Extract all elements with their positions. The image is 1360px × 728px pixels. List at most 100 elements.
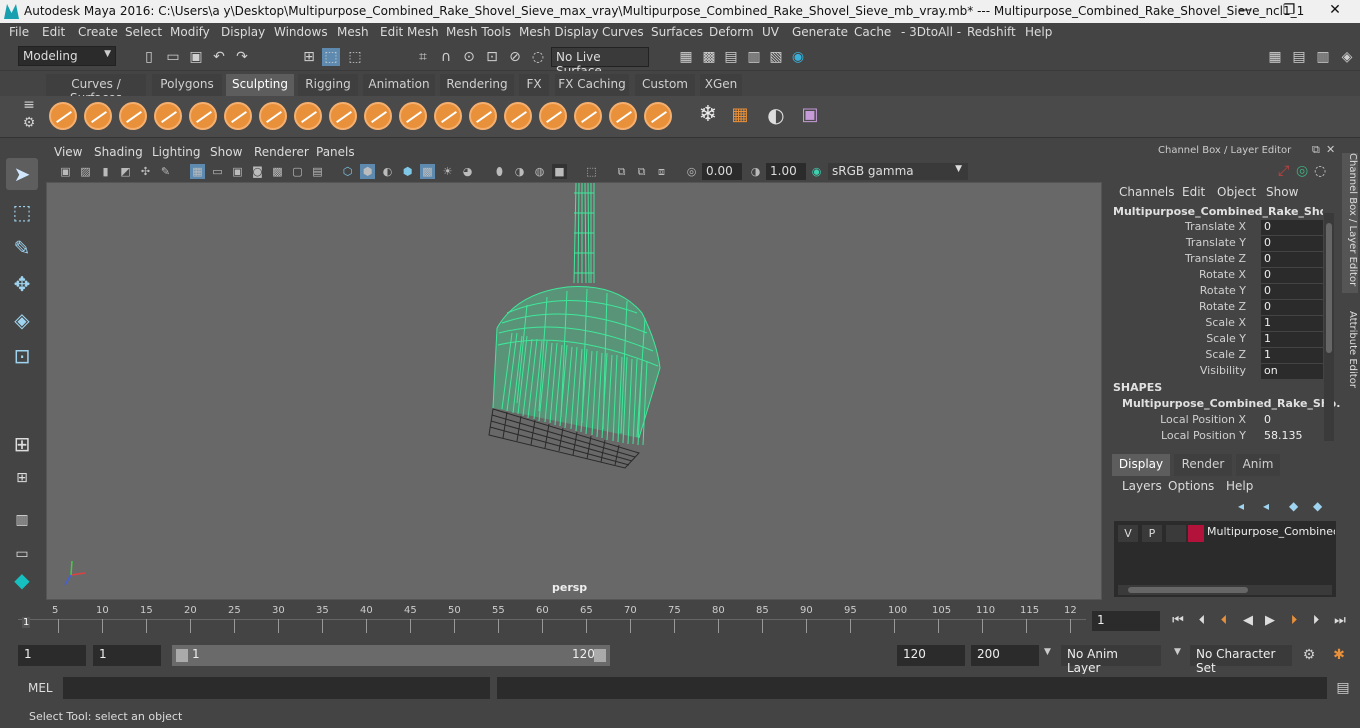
channel-value[interactable]: 58.135 (1261, 429, 1323, 444)
shelf-tab-xgen[interactable]: XGen (700, 74, 742, 96)
current-frame-field[interactable]: 1 (1092, 611, 1160, 631)
material-icon[interactable]: ◐ (763, 105, 789, 132)
perspective-viewport[interactable]: persp (46, 182, 1102, 600)
select-hierarchy-icon[interactable]: ⊞ (300, 48, 318, 66)
gamma-icon[interactable]: ◑ (748, 164, 763, 179)
play-forwards-icon[interactable]: ▶ (1260, 611, 1280, 631)
auto-key-icon[interactable]: ⚙ (1300, 646, 1318, 664)
mask-icon[interactable]: ▣ (797, 106, 823, 132)
start-time-field[interactable]: 1 (18, 645, 86, 666)
range-slider-start-handle[interactable] (176, 649, 188, 662)
safe-action-icon[interactable]: ▢ (290, 164, 305, 179)
foamy-tool-icon[interactable] (259, 102, 287, 130)
cb-menu-edit[interactable]: Edit (1182, 185, 1205, 199)
imprint-tool-icon[interactable] (364, 102, 392, 130)
layer-visibility-toggle[interactable]: V (1118, 525, 1138, 542)
maximize-button[interactable]: ❐ (1274, 2, 1304, 18)
channel-value[interactable]: 0 (1261, 413, 1323, 428)
live-surface-field[interactable]: No Live Surface (551, 47, 649, 78)
close-panel-icon[interactable]: ✕ (1326, 143, 1335, 156)
shelf-tab-custom[interactable]: Custom (635, 74, 695, 96)
sculpt-tool-icon[interactable] (49, 102, 77, 130)
layer-settings-icon[interactable]: ◌ (1314, 163, 1326, 179)
lasso-tool-icon[interactable]: ⬚ (6, 196, 38, 228)
channel-value[interactable]: 0 (1261, 268, 1323, 283)
select-component-icon[interactable]: ⬚ (346, 48, 364, 66)
channel-value[interactable]: 0 (1261, 220, 1323, 235)
uv-editor-icon[interactable]: ▦ (727, 106, 753, 132)
channel-value[interactable]: 0 (1261, 252, 1323, 267)
frame-camera-icon[interactable]: ⧈ (654, 164, 669, 179)
frame-all-icon[interactable]: ⧉ (614, 164, 629, 179)
maya-home-icon[interactable]: ◆ (6, 564, 38, 596)
chevron-down-icon[interactable]: ▼ (1174, 647, 1181, 657)
open-scene-icon[interactable]: ▭ (164, 48, 182, 66)
new-layer-selected-icon[interactable]: ◆ (1313, 499, 1322, 513)
channel-value[interactable]: 1 (1261, 348, 1323, 363)
channel-value[interactable]: 0 (1261, 300, 1323, 315)
shelf-menu-icon[interactable]: ≡ (20, 96, 38, 114)
smooth-shade-icon[interactable]: ⬢ (360, 164, 375, 179)
menu-cache[interactable]: Cache (854, 25, 891, 39)
cb-menu-show[interactable]: Show (1266, 185, 1298, 199)
move-layer-down-icon[interactable]: ◂ (1263, 499, 1269, 513)
textured-icon[interactable]: ⬢ (400, 164, 415, 179)
shelf-tab-polygons[interactable]: Polygons (152, 74, 222, 96)
layer-tab-display[interactable]: Display (1112, 454, 1170, 476)
snap-surface-icon[interactable]: ⊘ (506, 48, 524, 66)
shelf-tab-curves-surfaces[interactable]: Curves / Surfaces (46, 74, 146, 105)
scrollbar-thumb[interactable] (1128, 587, 1248, 593)
gamma-field[interactable]: 1.00 (766, 163, 806, 180)
layer-tab-render[interactable]: Render (1174, 454, 1232, 476)
layer-color-swatch[interactable] (1188, 525, 1204, 542)
menu-edit[interactable]: Edit (42, 25, 65, 39)
layer-display-type-toggle[interactable] (1166, 525, 1186, 542)
axis-toggle-icon[interactable]: ⤢ (1278, 163, 1289, 179)
xray-active-icon[interactable]: ■ (552, 164, 567, 179)
vp-menu-show[interactable]: Show (210, 145, 242, 159)
use-lights-icon[interactable]: ▩ (420, 164, 435, 179)
wireframe-on-shaded-icon[interactable]: ◐ (380, 164, 395, 179)
render-frame-icon[interactable]: ▩ (700, 48, 718, 66)
grab-tool-icon[interactable] (154, 102, 182, 130)
new-scene-icon[interactable]: ▯ (140, 48, 158, 66)
select-camera-icon[interactable]: ⬚ (584, 164, 599, 179)
float-panel-icon[interactable]: ⧉ (1312, 143, 1320, 157)
snowflake-icon[interactable]: ❄ (695, 104, 721, 132)
step-back-frame-icon[interactable]: ⏴ (1192, 611, 1212, 631)
menu-deform[interactable]: Deform (709, 25, 754, 39)
shelf-tab-rigging[interactable]: Rigging (298, 74, 358, 96)
script-editor-icon[interactable]: ▤ (1334, 679, 1352, 697)
anim-layer-dropdown[interactable]: No Anim Layer (1061, 645, 1161, 675)
snap-grid-icon[interactable]: ⌗ (414, 48, 432, 66)
bulge-tool-icon[interactable] (574, 102, 602, 130)
menu-create[interactable]: Create (78, 25, 118, 39)
snap-point-icon[interactable]: ⊙ (460, 48, 478, 66)
vp-menu-view[interactable]: View (54, 145, 82, 159)
menu-mesh-tools[interactable]: Mesh Tools (446, 25, 511, 39)
spray-tool-icon[interactable] (294, 102, 322, 130)
camera-attr-icon[interactable]: ▨ (78, 164, 93, 179)
grid-toggle-icon[interactable]: ▦ (190, 164, 205, 179)
step-forward-key-icon[interactable]: ⏵ (1284, 611, 1304, 631)
shelf-tab-fx-caching[interactable]: FX Caching (555, 74, 629, 96)
two-pane-layout-icon[interactable]: ▥ (6, 504, 38, 536)
select-object-icon[interactable]: ⬚ (322, 48, 340, 66)
menu-modify[interactable]: Modify (170, 25, 210, 39)
layer-menu-layers[interactable]: Layers (1122, 479, 1162, 493)
side-tab-attribute-editor[interactable]: Attribute Editor (1342, 311, 1358, 401)
isolate-select-icon[interactable]: ⬮ (492, 164, 507, 179)
channel-value[interactable]: 1 (1261, 316, 1323, 331)
step-back-key-icon[interactable]: ⏴ (1214, 611, 1234, 631)
side-tab-channel-box[interactable]: Channel Box / Layer Editor (1342, 153, 1358, 293)
live-surface-icon[interactable]: ◌ (529, 48, 547, 66)
snap-view-icon[interactable]: ⊡ (483, 48, 501, 66)
layer-menu-options[interactable]: Options (1168, 479, 1214, 493)
shelf-tab-sculpting[interactable]: Sculpting (226, 74, 294, 96)
playback-start-field[interactable]: 1 (93, 645, 161, 666)
select-tool-arrow-icon[interactable]: ➤ (6, 158, 38, 190)
scrape-tool-icon[interactable] (434, 102, 462, 130)
range-slider[interactable]: 1 120 (172, 645, 610, 666)
snap-curve-icon[interactable]: ∩ (437, 48, 455, 66)
vp-menu-shading[interactable]: Shading (94, 145, 143, 159)
